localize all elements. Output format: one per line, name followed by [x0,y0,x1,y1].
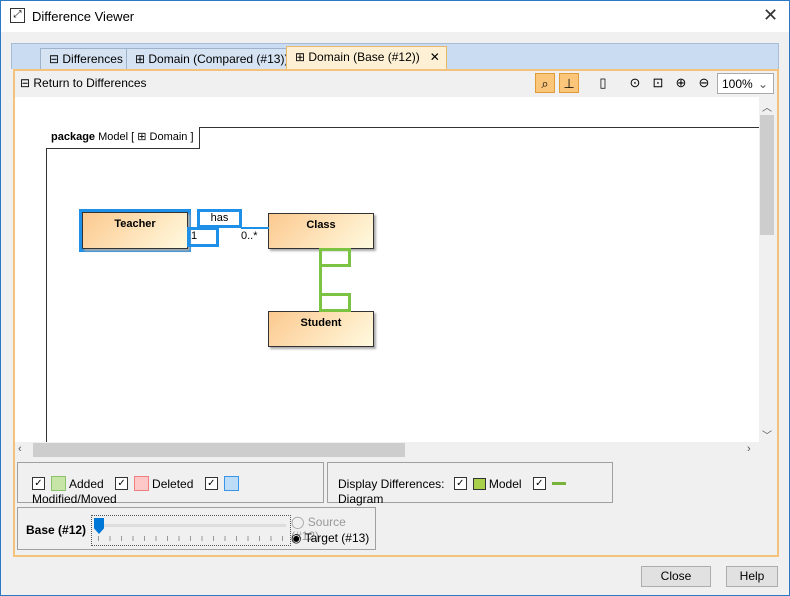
diagram-icon: ⊞ [137,131,147,143]
multiplicity-target: 0..* [241,230,258,242]
page-icon[interactable]: ▯ [593,73,613,93]
window-close-button[interactable]: ✕ [763,5,778,26]
return-to-differences-button[interactable]: ⊟ Return to Differences [20,76,147,90]
target-radio[interactable]: ◉ Target (#13) [291,531,369,545]
toolbar: ⊟ Return to Differences ⌕ ⊥ ▯ ⊙ ⊡ ⊕ ⊖ [15,71,777,96]
frame-header: package Model [ ⊞ Domain ] [46,127,200,149]
tab-differences[interactable]: ⊟ Differences [40,48,130,70]
display-label: Display Differences: [338,476,445,491]
chevron-down-icon: ⌄ [757,77,768,91]
scroll-left-icon[interactable]: ‹ [18,443,22,455]
slider-thumb[interactable] [94,518,104,534]
slider-track [96,524,286,527]
package-frame [46,127,759,442]
added-label: Added [69,476,104,491]
class-class[interactable]: Class [268,213,374,249]
modified-checkbox[interactable]: ✓ [204,477,218,491]
target-label: Target (#13) [304,531,370,545]
association-name[interactable]: has [197,209,242,228]
association-line[interactable] [241,227,269,229]
class-teacher[interactable]: Teacher [82,212,188,249]
version-slider[interactable] [91,515,291,546]
scroll-down-icon[interactable]: ﹀ [762,427,772,442]
zoom-out-icon[interactable]: ⊖ [694,73,714,93]
tree-icon: ⊟ [20,76,34,90]
frame-kind: package [51,131,96,143]
tab-label: Domain (Base (#12)) [308,50,420,64]
deleted-checkbox[interactable]: ✓ [115,477,129,491]
close-button[interactable]: Close [641,566,711,587]
tab-domain-base[interactable]: ⊞ Domain (Base (#12)) ✕ [286,46,447,70]
show-differences-toggle[interactable]: ⌕ [535,73,555,93]
diagram-checkbox[interactable]: ✓ [532,477,546,491]
diagram-label: Diagram [338,491,384,506]
frame-diagram: Domain ] [149,131,194,143]
title-bar: ⤢ Difference Viewer ✕ [1,1,789,32]
legend-group: ✓ Added ✓ Deleted ✓Modified/Moved [17,462,324,507]
model-checkbox[interactable]: ✓ [453,477,467,491]
layout-toggle[interactable]: ⊥ [559,73,579,93]
scroll-right-icon[interactable]: › [747,443,751,455]
window-title: Difference Viewer [32,9,135,24]
modified-swatch [223,476,239,492]
scroll-up-icon[interactable]: ︿ [762,99,772,114]
slider-label: Base (#12) [26,523,87,537]
zoom-value: 100% [722,77,753,91]
tab-close-icon[interactable]: ✕ [430,50,440,64]
zoom-fit-icon[interactable]: ⊡ [648,73,668,93]
added-highlight [319,248,351,267]
diagram-line-icon [551,482,566,486]
deleted-label: Deleted [152,476,194,491]
diagram-canvas[interactable]: package Model [ ⊞ Domain ] Teacher Class… [15,97,759,442]
added-highlight [319,293,351,312]
return-label: Return to Differences [33,76,147,90]
tab-label: Domain (Compared (#13)) [148,52,289,66]
diagram-icon: ⊞ [295,50,309,64]
slider-ticks [98,536,284,541]
model-icon [472,477,486,490]
tab-label: Differences [62,52,123,66]
class-student[interactable]: Student [268,311,374,347]
vertical-scrollbar[interactable]: ︿ ﹀ [759,97,775,442]
zoom-select[interactable]: 100% ⌄ [717,73,774,94]
display-differences-group: Display Differences: ✓ Model ✓ Diagram [327,462,613,506]
help-button[interactable]: Help [726,566,778,587]
zoom-actual-icon[interactable]: ⊙ [625,73,645,93]
version-slider-group: Base (#12) ◯ Source (#12) ◉ Target (#13) [17,507,376,550]
deleted-swatch [134,476,150,492]
tree-icon: ⊟ [49,52,63,66]
modified-label: Modified/Moved [32,492,117,507]
tab-strip: ⊟ Differences ⊞ Domain (Compared (#13)) … [11,43,779,70]
app-icon: ⤢ [10,8,25,23]
horizontal-scrollbar[interactable]: ‹ › [15,442,759,458]
tab-domain-compared[interactable]: ⊞ Domain (Compared (#13)) [126,48,296,70]
diagram-icon: ⊞ [135,52,149,66]
model-label: Model [488,476,522,491]
added-checkbox[interactable]: ✓ [32,477,45,491]
added-swatch [51,476,66,492]
multiplicity-source: 1 [187,227,219,247]
scroll-thumb[interactable] [760,115,774,235]
scroll-thumb[interactable] [33,443,405,457]
zoom-in-icon[interactable]: ⊕ [671,73,691,93]
frame-name: Model [ [98,131,135,143]
